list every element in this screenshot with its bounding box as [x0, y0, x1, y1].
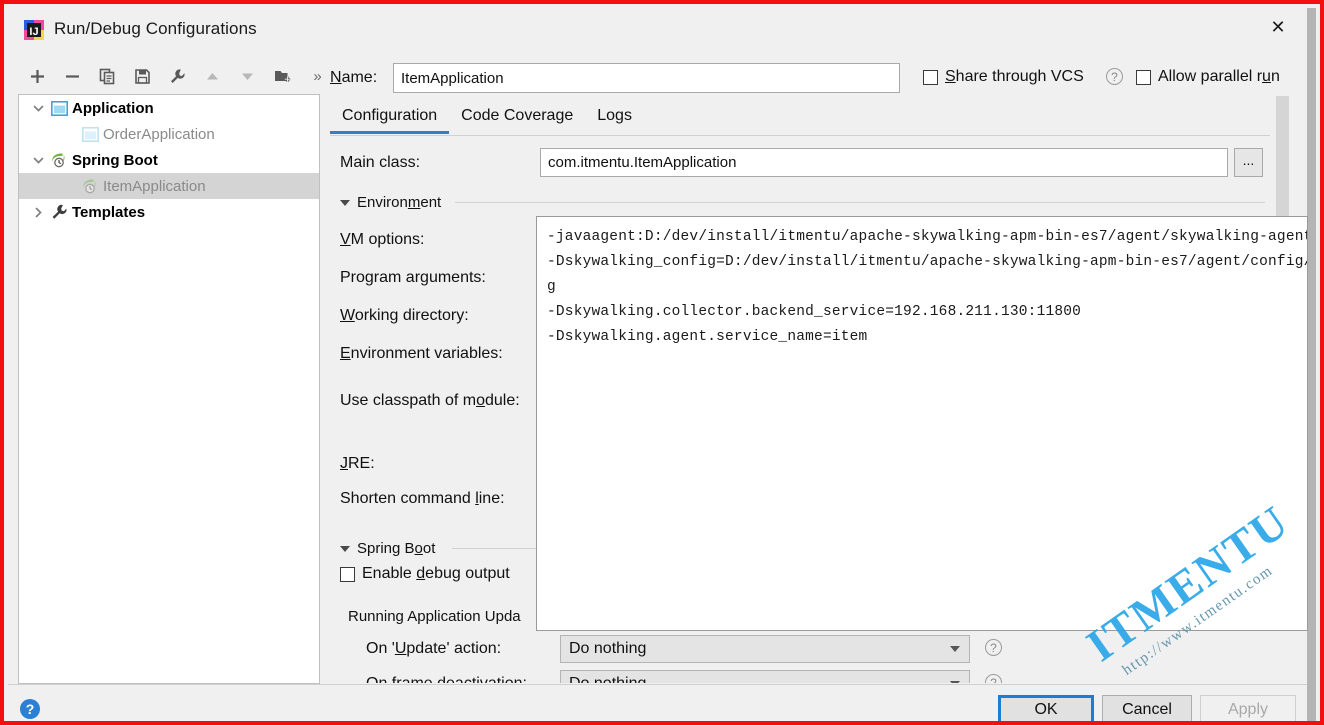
ok-button[interactable]: OK	[998, 695, 1094, 721]
spring-boot-icon	[80, 176, 100, 196]
enable-debug-output-label: Enable debug output	[362, 565, 510, 582]
tree-node-label: OrderApplication	[103, 125, 215, 143]
tree-node-orderapplication[interactable]: OrderApplication	[19, 121, 319, 147]
wrench-icon	[49, 202, 69, 222]
use-classpath-of-module-label: Use classpath of module:	[340, 392, 520, 409]
tree-node-label: ItemApplication	[103, 177, 206, 195]
wrench-icon[interactable]	[164, 61, 191, 91]
help-icon[interactable]: ?	[1106, 68, 1123, 85]
vm-options-label: VM options:	[340, 231, 425, 248]
configurations-tree[interactable]: Application OrderApplication Spring Boot…	[18, 94, 320, 684]
spring-boot-section-header[interactable]: Spring Boot	[340, 540, 435, 557]
on-update-action-select[interactable]: Do nothing	[560, 635, 970, 663]
tab-bar: Configuration Code Coverage Logs	[330, 104, 1270, 136]
chevron-right-icon[interactable]	[27, 199, 49, 225]
chevron-down-icon	[950, 646, 960, 652]
spring-boot-icon	[49, 150, 69, 170]
chevron-down-icon[interactable]	[27, 147, 49, 173]
dialog-titlebar: IJ Run/Debug Configurations ✕	[8, 8, 1307, 52]
vm-options-textarea[interactable]: -javaagent:D:/dev/install/itmentu/apache…	[536, 216, 1308, 631]
chevron-down-icon	[340, 545, 350, 552]
share-through-vcs-checkbox[interactable]: Share through VCS	[923, 68, 1084, 86]
help-icon[interactable]: ?	[985, 674, 1002, 683]
checkbox-box[interactable]	[1136, 69, 1151, 85]
dialog-title: Run/Debug Configurations	[54, 19, 257, 38]
running-application-update-policies-label: Running Application Upda	[348, 608, 521, 625]
jre-label: JRE:	[340, 455, 375, 472]
configurations-toolbar: »	[18, 61, 322, 94]
share-through-vcs-help[interactable]: ?	[1106, 68, 1123, 85]
on-update-action-label: On 'Update' action:	[366, 640, 502, 657]
tree-node-label: Templates	[72, 203, 146, 221]
main-class-browse-button[interactable]: ...	[1234, 148, 1263, 177]
form-scrollbar-thumb[interactable]	[1276, 96, 1289, 218]
tab-configuration[interactable]: Configuration	[330, 104, 450, 134]
section-divider	[455, 202, 1265, 203]
main-class-label: Main class:	[340, 154, 421, 171]
on-frame-deactivation-help[interactable]: ?	[985, 674, 1002, 683]
environment-section-title: Environment	[357, 194, 442, 211]
annotated-screenshot: IJ Run/Debug Configurations ✕ » Applicat…	[0, 0, 1324, 725]
working-directory-label: Working directory:	[340, 307, 469, 324]
arrow-up-icon	[199, 61, 226, 91]
save-configuration-button[interactable]	[129, 61, 156, 91]
remove-configuration-button[interactable]	[59, 61, 86, 91]
on-frame-deactivation-select[interactable]: Do nothing	[560, 670, 970, 683]
spring-boot-section-title: Spring Boot	[357, 540, 436, 557]
name-input[interactable]	[393, 63, 900, 93]
checkbox-box[interactable]	[340, 566, 355, 582]
allow-parallel-run-checkbox[interactable]: Allow parallel run	[1136, 68, 1280, 86]
chevron-down-icon	[340, 199, 350, 206]
intellij-idea-icon: IJ	[24, 20, 44, 40]
tab-code-coverage[interactable]: Code Coverage	[449, 104, 585, 134]
on-update-action-value: Do nothing	[569, 640, 647, 657]
tree-node-label: Application	[72, 99, 154, 117]
section-divider	[452, 548, 542, 549]
copy-configuration-button[interactable]	[94, 61, 121, 91]
chevron-down-icon	[950, 681, 960, 683]
apply-button: Apply	[1200, 695, 1296, 721]
shorten-command-line-label: Shorten command line:	[340, 490, 505, 507]
footer-divider	[8, 684, 1307, 685]
on-update-action-help[interactable]: ?	[985, 639, 1002, 656]
share-through-vcs-label: Share through VCS	[945, 68, 1084, 85]
tab-logs[interactable]: Logs	[585, 104, 644, 134]
add-configuration-button[interactable]	[24, 61, 51, 91]
main-class-input[interactable]	[540, 148, 1228, 177]
name-label: Name:	[330, 69, 378, 86]
application-icon	[49, 98, 69, 118]
arrow-down-icon	[234, 61, 261, 91]
help-icon[interactable]: ?	[985, 639, 1002, 656]
chevron-down-icon[interactable]	[27, 95, 49, 121]
help-icon[interactable]: ?	[20, 699, 40, 719]
environment-variables-label: Environment variables:	[340, 345, 503, 362]
checkbox-box[interactable]	[923, 69, 938, 85]
tree-node-itemapplication[interactable]: ItemApplication	[19, 173, 319, 199]
environment-section-header[interactable]: Environment	[340, 194, 441, 211]
enable-debug-output-checkbox[interactable]: Enable debug output	[340, 565, 510, 583]
new-folder-icon[interactable]	[269, 61, 296, 91]
program-arguments-label: Program arguments:	[340, 269, 486, 286]
on-frame-deactivation-value: Do nothing	[569, 675, 646, 683]
vm-options-value: -javaagent:D:/dev/install/itmentu/apache…	[547, 229, 1308, 345]
tree-node-spring-boot[interactable]: Spring Boot	[19, 147, 319, 173]
name-row: Name:	[330, 63, 900, 93]
allow-parallel-run-label: Allow parallel run	[1158, 68, 1280, 85]
cancel-button[interactable]: Cancel	[1102, 695, 1192, 721]
svg-text:IJ: IJ	[29, 26, 38, 38]
tree-node-label: Spring Boot	[72, 151, 158, 169]
tree-node-application[interactable]: Application	[19, 95, 319, 121]
close-icon[interactable]: ✕	[1263, 12, 1293, 42]
on-frame-deactivation-label: On frame deactivation:	[366, 675, 527, 683]
application-icon	[80, 124, 100, 144]
tree-node-templates[interactable]: Templates	[19, 199, 319, 225]
chevron-double-right-icon[interactable]: »	[304, 61, 331, 91]
run-debug-configurations-dialog: IJ Run/Debug Configurations ✕ » Applicat…	[8, 8, 1308, 721]
